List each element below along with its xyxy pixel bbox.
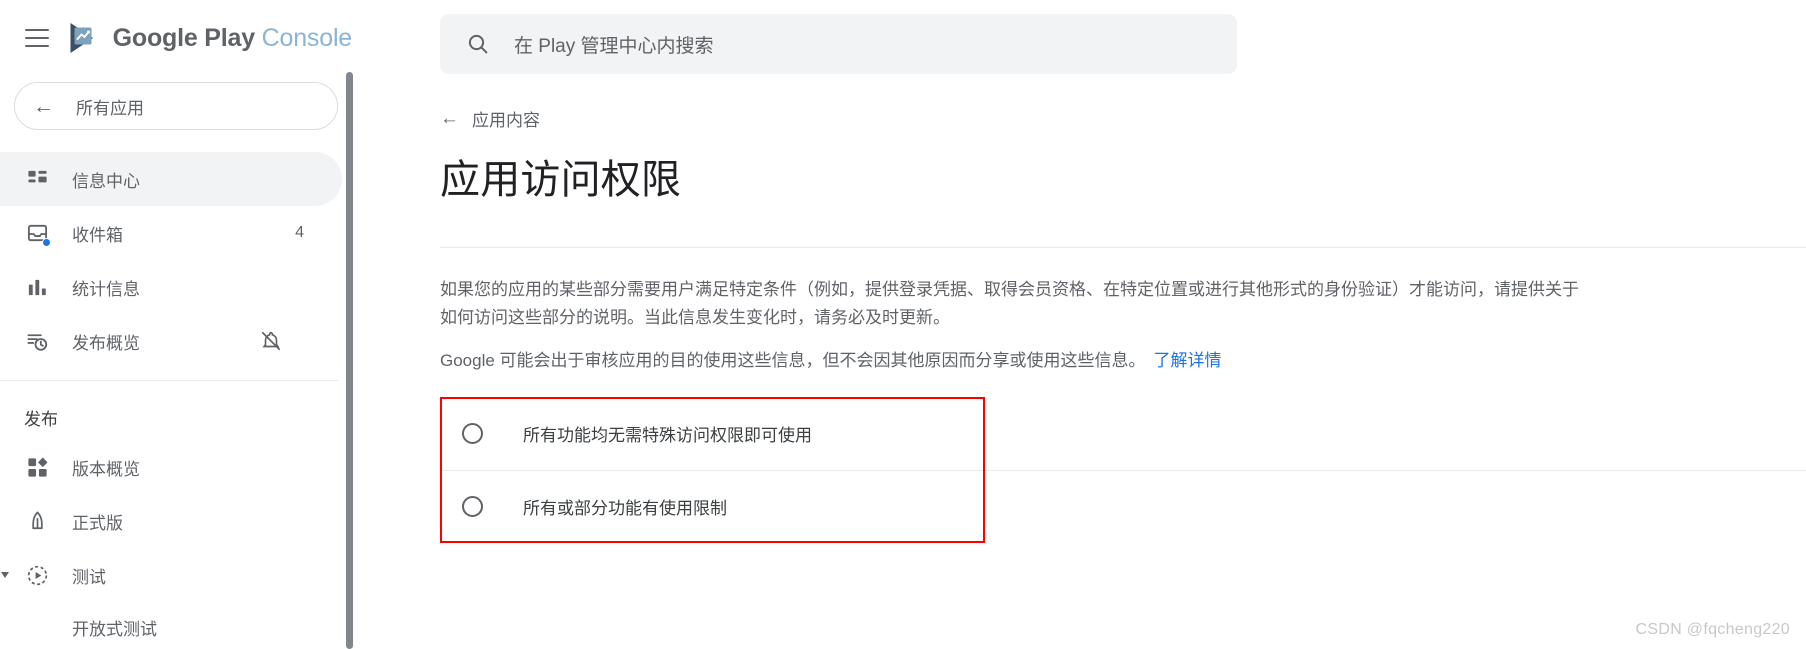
- dashboard-icon: [24, 166, 50, 192]
- description-paragraph-1: 如果您的应用的某些部分需要用户满足特定条件（例如，提供登录凭据、取得会员资格、在…: [440, 280, 1579, 327]
- sidebar-item-label: 测试: [72, 567, 106, 587]
- inbox-icon: [24, 220, 51, 247]
- breadcrumb[interactable]: ← 应用内容: [440, 106, 540, 131]
- brand-title: Google Play Console: [112, 23, 353, 53]
- sidebar-subitem-open-testing[interactable]: 开放式测试: [0, 602, 352, 649]
- search-placeholder: 在 Play 管理中心内搜索: [514, 35, 714, 57]
- inbox-count-badge: 4: [295, 224, 304, 241]
- brand-bar: Google Play Console: [0, 0, 352, 76]
- title-divider: [440, 247, 1806, 248]
- notifications-off-icon[interactable]: [260, 330, 282, 352]
- back-arrow-icon: ←: [440, 108, 459, 129]
- sidebar-item-label: 统计信息: [72, 279, 140, 299]
- radio-option-label: 所有或部分功能有使用限制: [523, 499, 727, 519]
- app-access-radio-group: 所有功能均无需特殊访问权限即可使用 所有或部分功能有使用限制: [440, 396, 1806, 543]
- sidebar-item-statistics[interactable]: 统计信息: [0, 260, 342, 314]
- breadcrumb-label: 应用内容: [472, 111, 540, 130]
- bar-chart-icon: [24, 274, 50, 300]
- sidebar-item-dashboard[interactable]: 信息中心: [0, 152, 342, 206]
- hamburger-menu-icon[interactable]: [18, 15, 56, 61]
- search-icon: [466, 32, 490, 56]
- sidebar-item-label: 发布概览: [72, 333, 140, 353]
- radio-option-restricted[interactable]: 所有或部分功能有使用限制: [440, 469, 1806, 543]
- main-content: 在 Play 管理中心内搜索 ← 应用内容 应用访问权限 如果您的应用的某些部分…: [352, 0, 1806, 649]
- description-paragraph-2: Google 可能会出于审核应用的目的使用这些信息，但不会因其他原因而分享或使用…: [440, 347, 1592, 375]
- brand-logo[interactable]: Google Play Console: [66, 21, 352, 55]
- sidebar-item-inbox[interactable]: 收件箱 4: [0, 206, 342, 260]
- all-apps-label: 所有应用: [76, 98, 144, 118]
- radio-option-label: 所有功能均无需特殊访问权限即可使用: [523, 425, 812, 445]
- rocket-icon: [24, 508, 50, 534]
- testing-play-icon: [24, 562, 50, 588]
- radio-button-icon[interactable]: [462, 422, 483, 444]
- release-grid-icon: [24, 454, 50, 480]
- sidebar-item-testing[interactable]: 测试: [0, 548, 342, 602]
- brand-title-strong: Google Play: [112, 23, 255, 52]
- chevron-down-icon[interactable]: [1, 572, 9, 578]
- radio-button-icon[interactable]: [462, 496, 483, 518]
- sidebar-item-production[interactable]: 正式版: [0, 494, 342, 548]
- app-root: Google Play Console ← 所有应用 信息中心 收件箱 4 统计…: [0, 0, 1806, 649]
- sidebar-section-title: 发布: [24, 410, 58, 429]
- sidebar-item-label: 版本概览: [72, 459, 140, 479]
- release-clock-icon: [24, 328, 50, 354]
- sidebar-nav-publish: 版本概览 正式版 测试 开放式测试: [0, 440, 352, 649]
- learn-more-link[interactable]: 了解详情: [1154, 351, 1222, 370]
- sidebar-item-label: 正式版: [72, 513, 123, 533]
- radio-option-no-restrictions[interactable]: 所有功能均无需特殊访问权限即可使用: [440, 397, 1806, 470]
- sidebar-item-label: 信息中心: [72, 171, 140, 191]
- back-arrow-icon: ←: [33, 94, 54, 118]
- sidebar-item-release-summary[interactable]: 版本概览: [0, 440, 342, 494]
- watermark: CSDN @fqcheng220: [1635, 621, 1790, 638]
- left-sidebar: Google Play Console ← 所有应用 信息中心 收件箱 4 统计…: [0, 0, 353, 649]
- sidebar-item-release-overview[interactable]: 发布概览: [0, 314, 342, 368]
- all-apps-button[interactable]: ← 所有应用: [14, 82, 338, 130]
- sidebar-nav-primary: 信息中心 收件箱 4 统计信息 发布概览: [0, 152, 352, 368]
- inbox-unread-dot: [42, 238, 51, 247]
- description-paragraph-2-text: Google 可能会出于审核应用的目的使用这些信息，但不会因其他原因而分享或使用…: [440, 351, 1146, 371]
- page-title: 应用访问权限: [440, 158, 682, 202]
- search-area: 在 Play 管理中心内搜索: [352, 0, 1806, 74]
- sidebar-subitem-label: 开放式测试: [72, 619, 157, 639]
- search-input[interactable]: 在 Play 管理中心内搜索: [440, 14, 1237, 74]
- play-console-logo-icon: [66, 21, 100, 55]
- brand-title-light: Console: [261, 23, 353, 52]
- page-body: ← 应用内容 应用访问权限 如果您的应用的某些部分需要用户满足特定条件（例如，提…: [352, 74, 1806, 543]
- sidebar-item-label: 收件箱: [72, 225, 123, 245]
